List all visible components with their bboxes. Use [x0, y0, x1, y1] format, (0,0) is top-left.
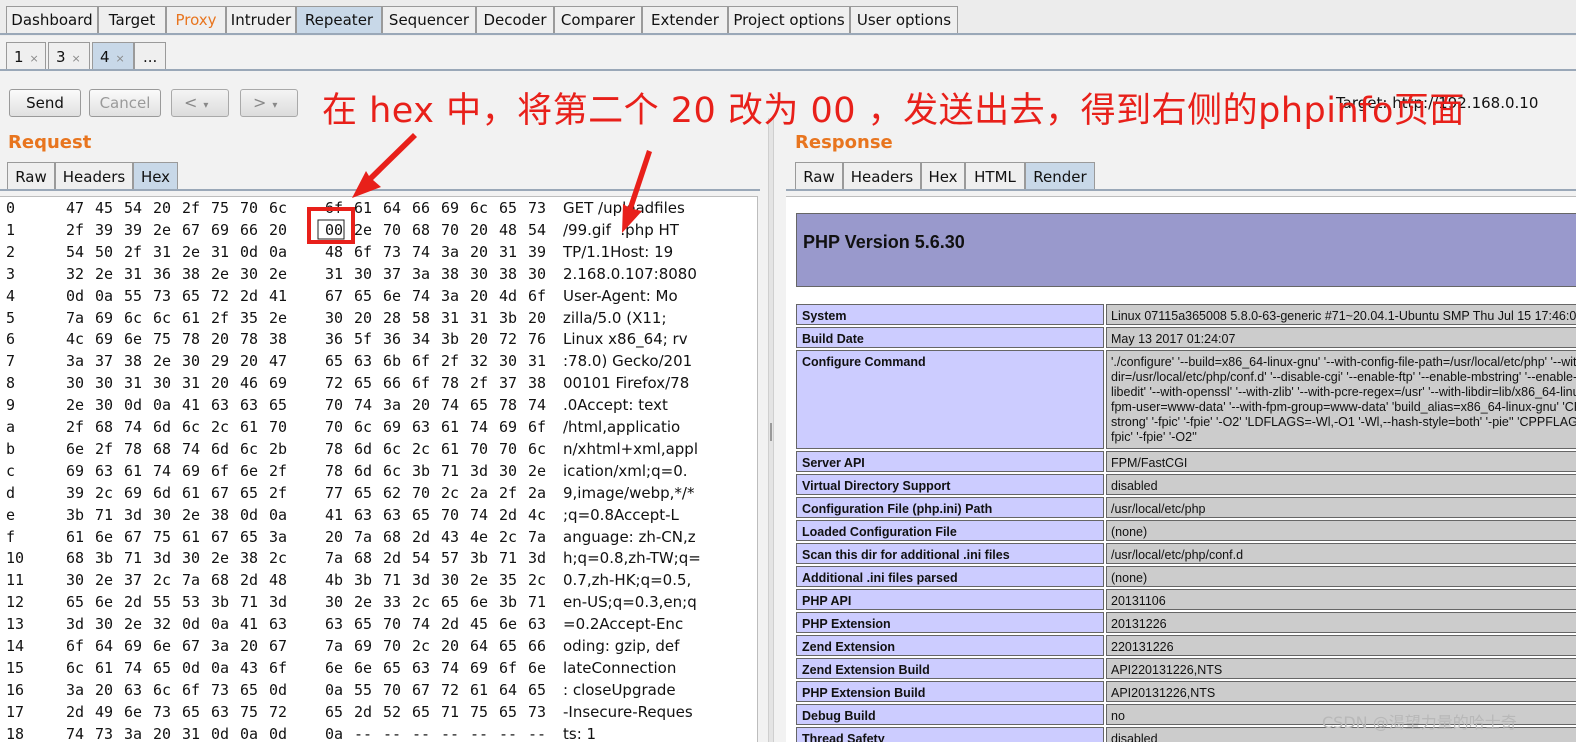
cell-cursor	[317, 219, 345, 240]
annotation-overlay	[307, 133, 652, 244]
arrow-icon	[352, 133, 417, 198]
highlight-box	[307, 207, 355, 244]
watermark: CSDN @渴望力量的哈士奇	[1322, 713, 1517, 732]
arrow-icon	[622, 150, 652, 233]
